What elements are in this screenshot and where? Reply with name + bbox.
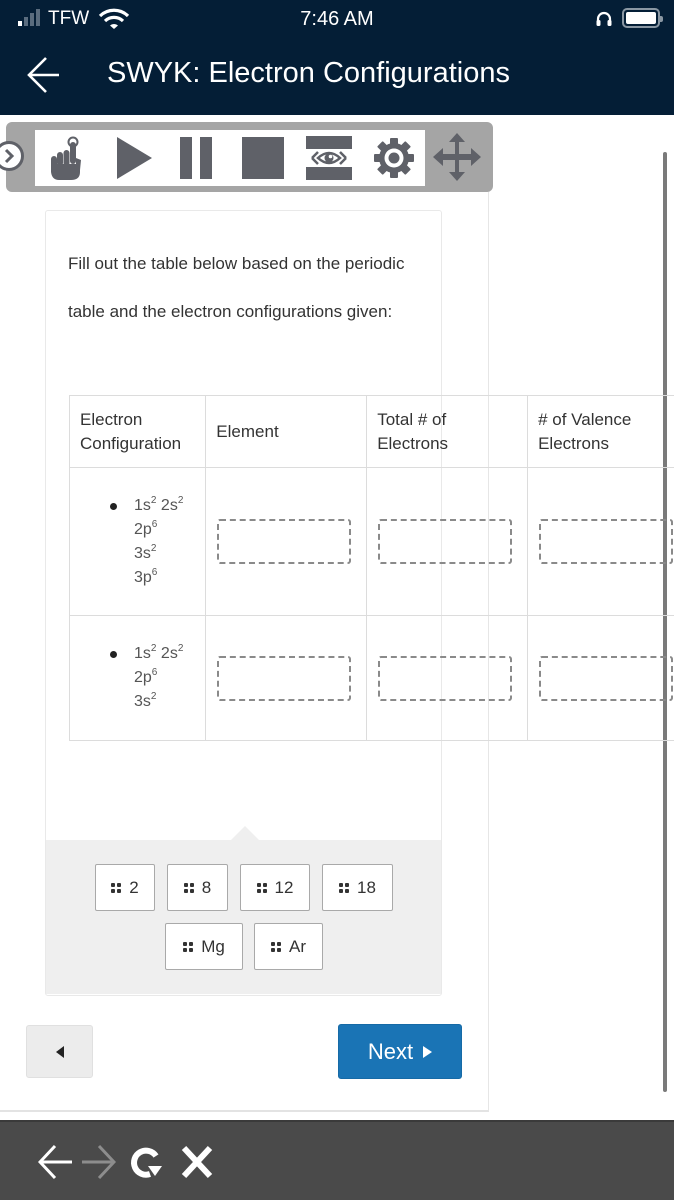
header-total-electrons: Total # of Electrons xyxy=(366,395,529,468)
configuration-list: 1s2 2s2 2p6 3s2 xyxy=(70,642,205,714)
page-title: SWYK: Electron Configurations xyxy=(107,57,510,89)
headphones-icon xyxy=(595,10,613,33)
status-bar: TFW 7:46 AM xyxy=(0,0,674,38)
header-valence-electrons: # of Valence Electrons xyxy=(527,395,674,468)
drag-handle-icon xyxy=(339,882,350,893)
answer-table: Electron Configuration Element Total # o… xyxy=(68,395,674,741)
bullet xyxy=(110,651,117,658)
chevron-right-circle-icon[interactable] xyxy=(0,141,24,171)
app-header: TFW 7:46 AM SWYK: Electron Configuration… xyxy=(0,0,674,115)
forward-arrow-icon[interactable] xyxy=(80,1144,117,1185)
drag-handle-icon xyxy=(183,941,194,952)
table-row: 1s2 2s2 2p6 3s2 xyxy=(68,615,674,741)
pause-icon[interactable] xyxy=(180,130,214,186)
valence-electrons-dropzone[interactable] xyxy=(539,519,674,564)
table-row: 1s2 2s2 2p6 3s2 3p6 xyxy=(68,467,674,616)
answer-chip[interactable]: 8 xyxy=(167,864,228,911)
triangle-left-icon xyxy=(55,1045,64,1058)
config-line: 3p6 xyxy=(134,566,158,586)
reader-toolbar xyxy=(6,122,493,192)
answer-chip[interactable]: 12 xyxy=(240,864,310,911)
header-electron-configuration: Electron Configuration xyxy=(68,395,207,468)
arrow-left-icon[interactable] xyxy=(26,55,60,100)
config-line: 3s2 xyxy=(134,691,157,711)
configuration-list: 1s2 2s2 2p6 3s2 3p6 xyxy=(70,494,205,590)
previous-button[interactable] xyxy=(26,1025,93,1078)
total-electrons-dropzone[interactable] xyxy=(378,655,513,701)
clock: 7:46 AM xyxy=(300,8,374,30)
config-line: 1s2 2s2 xyxy=(134,494,184,514)
stop-icon[interactable] xyxy=(241,130,285,186)
config-line: 1s2 2s2 xyxy=(134,643,184,663)
drag-handle-icon xyxy=(111,882,122,893)
total-electrons-dropzone[interactable] xyxy=(378,519,513,564)
configuration-cell: 1s2 2s2 2p6 3s2 xyxy=(68,615,207,741)
gear-icon[interactable] xyxy=(373,130,415,186)
instructions-text: Fill out the table below based on the pe… xyxy=(68,254,405,321)
move-arrows-icon[interactable] xyxy=(429,132,485,187)
close-icon[interactable] xyxy=(180,1144,214,1185)
next-button[interactable]: Next xyxy=(338,1024,462,1079)
configuration-cell: 1s2 2s2 2p6 3s2 3p6 xyxy=(68,467,207,616)
answer-chip[interactable]: 18 xyxy=(322,864,393,911)
element-dropzone[interactable] xyxy=(217,655,352,701)
back-arrow-icon[interactable] xyxy=(37,1144,74,1185)
drag-handle-icon xyxy=(271,941,281,952)
drag-handle-icon xyxy=(183,882,194,893)
triangle-right-icon xyxy=(423,1045,433,1058)
header-element: Element xyxy=(205,395,368,468)
next-label: Next xyxy=(367,1038,414,1064)
reload-icon[interactable] xyxy=(128,1144,164,1185)
play-icon[interactable] xyxy=(115,130,153,186)
config-line: 2p6 xyxy=(134,667,158,687)
valence-electrons-dropzone[interactable] xyxy=(539,655,674,701)
eye-mask-icon[interactable] xyxy=(306,130,352,186)
browser-bar xyxy=(0,1120,674,1200)
hand-pointer-icon[interactable] xyxy=(51,130,85,186)
config-line: 2p6 xyxy=(134,518,158,538)
drag-handle-icon xyxy=(256,882,267,893)
element-dropzone[interactable] xyxy=(217,519,352,564)
answer-chip[interactable]: Ar xyxy=(254,923,323,970)
answer-chip[interactable]: Mg xyxy=(165,923,243,970)
battery-icon xyxy=(622,8,663,28)
bullet xyxy=(110,502,117,510)
table-header-row: Electron Configuration Element Total # o… xyxy=(68,395,674,468)
config-line: 3s2 xyxy=(134,542,157,562)
answer-chip[interactable]: 2 xyxy=(95,864,155,911)
answer-bank-pointer xyxy=(231,826,259,840)
